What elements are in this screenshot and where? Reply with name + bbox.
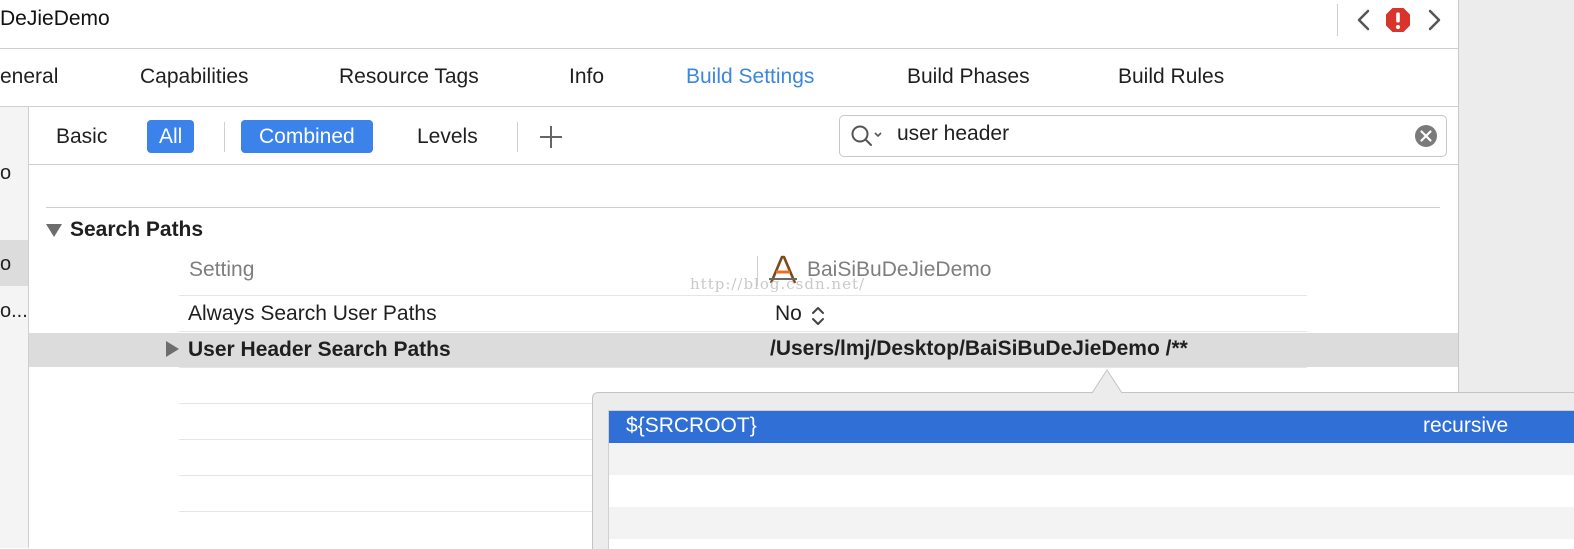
setting-name-always-search-user-paths[interactable]: Always Search User Paths (188, 302, 437, 326)
list-item[interactable] (609, 507, 1574, 539)
row-separator (179, 331, 1307, 332)
chevron-right-icon[interactable] (1421, 6, 1447, 34)
sidebar-item-tests[interactable]: o... (0, 300, 28, 323)
list-item[interactable] (609, 475, 1574, 507)
error-icon[interactable] (1384, 6, 1412, 34)
tab-info[interactable]: Info (569, 65, 604, 89)
stepper-icon[interactable] (810, 304, 826, 328)
search-icon[interactable] (849, 122, 885, 150)
plus-icon[interactable] (536, 120, 566, 154)
row-separator (179, 439, 599, 440)
tab-build-phases[interactable]: Build Phases (907, 65, 1030, 89)
disclosure-triangle-collapsed-icon[interactable] (166, 341, 179, 357)
setting-value-always-search-user-paths[interactable]: No (775, 302, 802, 326)
levels-view-button[interactable]: Levels (405, 120, 490, 153)
window-title: DeJieDemo (0, 7, 110, 30)
row-separator (179, 295, 1307, 296)
nav-separator (1337, 4, 1338, 36)
section-divider (46, 207, 1440, 208)
chevron-left-icon[interactable] (1351, 6, 1377, 34)
list-item[interactable]: ${SRCROOT} recursive (609, 411, 1574, 443)
sidebar-item-target[interactable]: o (0, 253, 11, 276)
disclosure-triangle-expanded-icon[interactable] (46, 224, 62, 237)
basic-filter-button[interactable]: Basic (44, 120, 119, 153)
all-filter-button[interactable]: All (147, 120, 195, 153)
column-header-setting: Setting (189, 258, 255, 281)
path-cell[interactable]: ${SRCROOT} (626, 414, 757, 438)
setting-name-user-header-search-paths[interactable]: User Header Search Paths (188, 338, 451, 362)
row-separator (179, 511, 599, 512)
search-field-value[interactable]: user header (897, 122, 1009, 146)
popover-arrow (1092, 369, 1122, 394)
row-separator (179, 475, 599, 476)
title-bar (0, 0, 1458, 49)
recursive-cell[interactable]: recursive (1423, 414, 1508, 438)
setting-value-user-header-search-paths[interactable]: /Users/lmj/Desktop/BaiSiBuDeJieDemo /** (770, 337, 1188, 361)
tab-build-settings[interactable]: Build Settings (686, 65, 814, 89)
filter-separator (517, 122, 518, 152)
watermark-text: http://blog.csdn.net/ (690, 275, 866, 293)
search-paths-list: ${SRCROOT} recursive (608, 410, 1574, 549)
sidebar-item-project[interactable]: o (0, 162, 11, 185)
tab-build-rules[interactable]: Build Rules (1118, 65, 1224, 89)
list-item[interactable] (609, 443, 1574, 475)
combined-view-button[interactable]: Combined (241, 120, 373, 153)
tab-resource-tags[interactable]: Resource Tags (339, 65, 479, 89)
filter-separator (224, 122, 225, 152)
section-title: Search Paths (70, 218, 204, 241)
tab-general[interactable]: eneral (0, 65, 58, 89)
row-separator (179, 403, 599, 404)
row-separator (179, 367, 1307, 368)
tab-capabilities[interactable]: Capabilities (140, 65, 249, 89)
clear-icon[interactable] (1414, 124, 1438, 148)
